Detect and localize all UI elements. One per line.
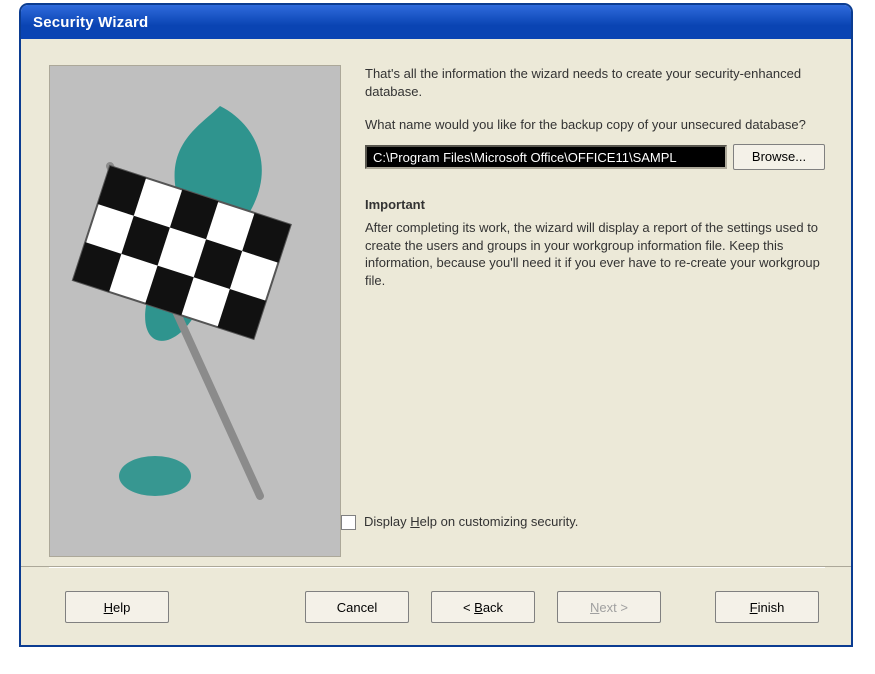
- back-button[interactable]: < Back: [431, 591, 535, 623]
- wizard-artwork-pane: [49, 65, 341, 557]
- display-help-checkbox[interactable]: [341, 515, 356, 530]
- next-button: Next >: [557, 591, 661, 623]
- important-text: After completing its work, the wizard wi…: [365, 219, 825, 289]
- wizard-text-pane: That's all the information the wizard ne…: [341, 65, 825, 555]
- backup-path-row: C:\Program Files\Microsoft Office\OFFICE…: [365, 144, 825, 170]
- content-area: That's all the information the wizard ne…: [49, 65, 825, 555]
- display-help-label[interactable]: Display Help on customizing security.: [364, 513, 578, 531]
- cancel-button[interactable]: Cancel: [305, 591, 409, 623]
- client-area: That's all the information the wizard ne…: [21, 39, 851, 645]
- important-heading: Important: [365, 196, 825, 214]
- finish-button[interactable]: Finish: [715, 591, 819, 623]
- intro-text: That's all the information the wizard ne…: [365, 65, 825, 100]
- checkered-flag-icon: [50, 66, 340, 556]
- browse-button[interactable]: Browse...: [733, 144, 825, 170]
- backup-path-input[interactable]: C:\Program Files\Microsoft Office\OFFICE…: [365, 145, 727, 169]
- separator: [49, 567, 825, 568]
- titlebar[interactable]: Security Wizard: [21, 5, 851, 39]
- backup-prompt: What name would you like for the backup …: [365, 116, 825, 134]
- window-title: Security Wizard: [33, 14, 148, 31]
- help-button[interactable]: Help: [65, 591, 169, 623]
- button-bar: Help Cancel < Back Next > Finish: [21, 566, 851, 645]
- security-wizard-dialog: Security Wizard: [20, 4, 852, 646]
- display-help-checkbox-row: Display Help on customizing security.: [341, 513, 578, 531]
